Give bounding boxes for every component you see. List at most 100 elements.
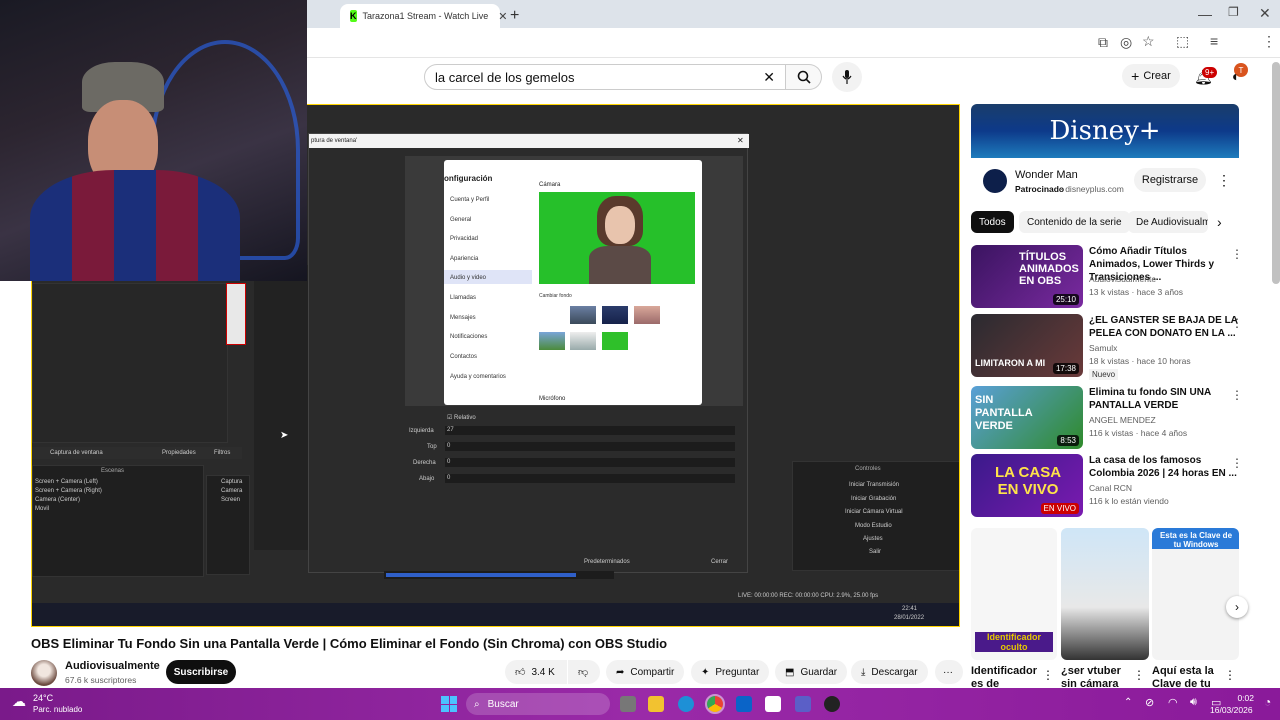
share-button[interactable]: ➦ Compartir (606, 660, 685, 684)
save-button[interactable]: ⬒ Guardar (775, 660, 848, 684)
crop-left-input[interactable]: 27 (445, 426, 735, 435)
voice-search-button[interactable] (832, 62, 862, 92)
more-options-icon[interactable]: ⋮ (1231, 247, 1243, 261)
minimize-icon[interactable]: — (1198, 6, 1212, 22)
shorts-next-button[interactable]: › (1226, 596, 1248, 618)
reading-list-icon[interactable]: ≡ (1210, 33, 1218, 49)
dialog-close-icon[interactable]: ✕ (737, 136, 744, 145)
video-title: Elimina tu fondo SIN UNA PANTALLA VERDE (1089, 387, 1211, 411)
clock-date[interactable]: 16/03/2026 (1210, 705, 1253, 715)
crop-top-input[interactable]: 0 (445, 442, 735, 451)
bookmark-star-icon[interactable]: ☆ (1142, 33, 1155, 50)
cast-icon[interactable]: ⧉ (1098, 34, 1108, 51)
more-actions-button[interactable]: ··· (935, 660, 963, 684)
dialog-close-button[interactable]: Cerrar (711, 559, 728, 565)
obs-scenes-header: Escenas (101, 468, 125, 474)
clear-search-icon[interactable]: ✕ (763, 69, 775, 86)
short-thumbnail[interactable] (1061, 528, 1149, 660)
settings-item: Llamadas (450, 295, 477, 301)
maximize-icon[interactable]: ❐ (1228, 5, 1239, 19)
new-tab-button[interactable]: + (500, 4, 529, 28)
volume-icon[interactable]: 🔊︎ (1190, 696, 1197, 709)
weather-icon[interactable]: ☁ (12, 693, 26, 710)
more-options-icon[interactable]: ⋮ (1133, 668, 1145, 682)
recommended-video[interactable]: LIMITARON A MI 17:38 ¿EL GANSTER SE BAJA… (971, 314, 1271, 380)
crop-bottom-value: 0 (447, 475, 451, 481)
channel-name: Samulx (1089, 343, 1118, 353)
channel-name: Canal RCN (1089, 483, 1132, 493)
crop-bottom-input[interactable]: 0 (445, 474, 735, 483)
clock-time[interactable]: 0:02 (1224, 693, 1254, 703)
create-button[interactable]: + Crear (1122, 64, 1180, 88)
ask-button[interactable]: ✦ Preguntar (691, 660, 770, 684)
edge-icon[interactable] (678, 696, 694, 712)
video-meta: 18 k vistas · hace 10 horas (1089, 356, 1191, 366)
video-meta: 116 k lo están viendo (1089, 496, 1169, 506)
chevron-right-icon[interactable]: › (1217, 214, 1222, 230)
mail-icon[interactable] (736, 696, 752, 712)
channel-avatar[interactable] (31, 660, 57, 686)
short-thumbnail[interactable]: Identificador oculto (971, 528, 1057, 660)
chip-all[interactable]: Todos (971, 211, 1014, 233)
short-title: Aquí esta la Clave de tu (1152, 665, 1214, 689)
channel-name: Audiovisualmente (1089, 274, 1157, 284)
teams-icon[interactable] (795, 696, 811, 712)
obs-sources-panel: Captura Camera Screen (206, 475, 250, 575)
ad-register-button[interactable]: Registrarse (1134, 168, 1206, 192)
recommended-video[interactable]: SIN PANTALLA VERDE 8:53 Elimina tu fondo… (971, 386, 1271, 450)
page-scrollbar[interactable] (1272, 62, 1280, 284)
weather-desc: Parc. nublado (33, 705, 83, 714)
obs-icon[interactable] (824, 696, 840, 712)
store-icon[interactable] (765, 696, 781, 712)
crop-right-input[interactable]: 0 (445, 458, 735, 467)
relative-checkbox[interactable]: ☑ Relativo (447, 414, 476, 421)
like-count: 3.4 K (531, 666, 555, 678)
extensions-icon[interactable]: ⬚ (1176, 33, 1189, 50)
chip-series-content[interactable]: Contenido de la serie (1019, 211, 1130, 233)
disney-ad-banner[interactable]: Disney+ (971, 104, 1239, 158)
more-options-icon[interactable]: ⋮ (1042, 668, 1054, 682)
recommended-video-live[interactable]: LA CASA EN VIVO EN VIVO La casa de los f… (971, 454, 1271, 518)
chip-label: De Audiovisualm (1136, 216, 1208, 228)
ad-more-icon[interactable]: ⋮ (1217, 172, 1231, 189)
obs-scenes-panel: Escenas Screen + Camera (Left) Screen + … (32, 465, 204, 577)
notifications-icon[interactable]: ◔ (1264, 695, 1271, 709)
taskbar-search[interactable]: ⌕ Buscar (466, 693, 610, 715)
download-button[interactable]: ⤓ Descargar (851, 660, 928, 684)
short-thumbnail[interactable]: Esta es la Clave de tu Windows (1152, 528, 1239, 660)
recommended-video[interactable]: TÍTULOS ANIMADOS EN OBS 25:10 Cómo Añadi… (971, 245, 1271, 309)
thumb-text: LA CASA EN VIVO (994, 464, 1062, 498)
obs-scene-item: Movil (35, 506, 50, 512)
dislike-button[interactable]: 👎︎ (568, 660, 600, 684)
task-view-icon[interactable] (620, 696, 636, 712)
browser-menu-icon[interactable]: ⋮ (1262, 33, 1276, 50)
more-options-icon[interactable]: ⋮ (1231, 316, 1243, 330)
channel-name[interactable]: Audiovisualmente (65, 660, 160, 672)
search-button[interactable] (786, 64, 822, 90)
obs-status-bar: LIVE: 00:00:00 REC: 00:00:00 CPU: 2.9%, … (738, 593, 879, 599)
start-button[interactable] (441, 696, 457, 712)
tray-icon[interactable]: ⊘ (1145, 696, 1154, 709)
obs-scene-item: Camera (Center) (35, 497, 81, 503)
more-options-icon[interactable]: ⋮ (1224, 668, 1236, 682)
eye-off-icon[interactable]: ◎ (1120, 34, 1132, 51)
file-explorer-icon[interactable] (648, 696, 664, 712)
chip-audiovisual[interactable]: De Audiovisualm (1128, 211, 1208, 233)
obs-scene-item: Screen + Camera (Left) (35, 479, 98, 485)
chrome-icon[interactable] (705, 694, 725, 714)
close-window-icon[interactable]: ✕ (1259, 5, 1271, 22)
search-input[interactable]: la carcel de los gemelos ✕ (424, 64, 786, 90)
obs-scene-item: Screen + Camera (Right) (35, 488, 102, 494)
defaults-button[interactable]: Predeterminados (584, 559, 630, 565)
more-options-icon[interactable]: ⋮ (1231, 388, 1243, 402)
subscribe-button[interactable]: Suscribirse (166, 660, 236, 684)
more-options-icon[interactable]: ⋮ (1231, 456, 1243, 470)
tray-chevron-icon[interactable]: ⌃ (1124, 697, 1132, 708)
obs-filters-label: Filtros (214, 450, 231, 456)
tab-tarazona-stream[interactable]: K Tarazona1 Stream - Watch Live ✕ (340, 4, 507, 28)
settings-item-active: Audio y video (450, 275, 487, 281)
wifi-icon[interactable]: ◠ (1168, 696, 1178, 709)
account-icon[interactable]: ◐ (1232, 68, 1240, 84)
like-button[interactable]: 👍︎ 3.4 K (505, 660, 567, 684)
obs-control-button: Iniciar Grabación (851, 496, 897, 502)
